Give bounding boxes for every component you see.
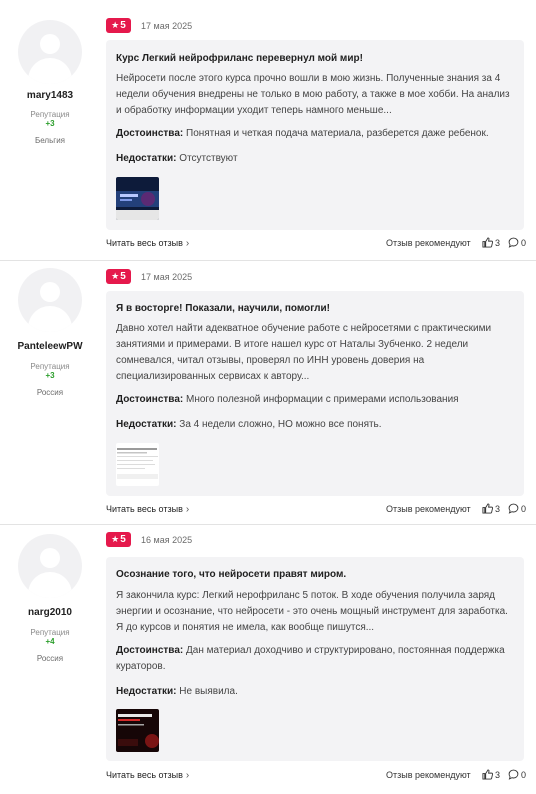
review-text: Я закончила курс: Легкий нерофриланс 5 п… bbox=[116, 590, 508, 633]
comments-button[interactable]: 0 bbox=[508, 503, 526, 514]
country: Россия bbox=[36, 388, 64, 397]
read-full-review-link[interactable]: Читать весь отзыв › bbox=[106, 238, 189, 249]
avatar[interactable] bbox=[18, 268, 82, 332]
reputation-value: +3 bbox=[45, 119, 55, 128]
comment-icon bbox=[508, 237, 519, 248]
star-icon: ★ bbox=[111, 271, 120, 281]
review-title[interactable]: Курс Легкий нейрофриланс перевернул мой … bbox=[116, 53, 363, 64]
review-card: Курс Легкий нейрофриланс перевернул мой … bbox=[106, 40, 524, 230]
country: Бельгия bbox=[35, 136, 65, 145]
recommend-label: Отзыв рекомендуют bbox=[386, 504, 471, 514]
review-date: 16 мая 2025 bbox=[141, 535, 193, 545]
review-date: 17 мая 2025 bbox=[141, 272, 193, 282]
username[interactable]: PanteleewPW bbox=[0, 341, 100, 352]
review-text: Нейросети после этого курса прочно вошли… bbox=[116, 73, 510, 116]
review-3: narg2010 Репутация +4 Россия ★ 5 16 мая 2… bbox=[0, 524, 536, 794]
chevron-right-icon: › bbox=[185, 238, 190, 249]
like-button[interactable]: 3 bbox=[482, 503, 500, 514]
review-title[interactable]: Я в восторге! Показали, научили, помогли… bbox=[116, 303, 330, 314]
thumbs-up-icon bbox=[482, 769, 493, 780]
avatar[interactable] bbox=[18, 20, 82, 84]
review-card: Осознание того, что нейросети правят мир… bbox=[106, 557, 524, 761]
like-button[interactable]: 3 bbox=[482, 769, 500, 780]
review-cons: Недостатки: Не выявила. bbox=[116, 686, 238, 697]
review-cons: Недостатки: Отсутствуют bbox=[116, 153, 238, 164]
reputation-value: +4 bbox=[45, 637, 55, 646]
chevron-right-icon: › bbox=[185, 504, 190, 515]
review-1: mary1483 Репутация +3 Бельгия ★ 5 17 мая … bbox=[0, 0, 536, 260]
comment-icon bbox=[508, 769, 519, 780]
comments-button[interactable]: 0 bbox=[508, 237, 526, 248]
avatar[interactable] bbox=[18, 534, 82, 598]
comment-icon bbox=[508, 503, 519, 514]
review-card: Я в восторге! Показали, научили, помогли… bbox=[106, 291, 524, 496]
read-full-review-link[interactable]: Читать весь отзыв › bbox=[106, 504, 189, 515]
review-text: Давно хотел найти адекватное обучение ра… bbox=[116, 323, 492, 382]
review-cons: Недостатки: За 4 недели сложно, НО можно… bbox=[116, 419, 382, 430]
rating-badge: ★ 5 bbox=[106, 532, 131, 547]
username[interactable]: mary1483 bbox=[0, 90, 100, 101]
thumbs-up-icon bbox=[482, 237, 493, 248]
username[interactable]: narg2010 bbox=[0, 607, 100, 618]
rating-badge: ★ 5 bbox=[106, 18, 131, 33]
review-title[interactable]: Осознание того, что нейросети правят мир… bbox=[116, 569, 346, 580]
review-pros: Достоинства: Дан материал доходчиво и ст… bbox=[116, 645, 505, 672]
country: Россия bbox=[36, 654, 64, 663]
review-date: 17 мая 2025 bbox=[141, 21, 193, 31]
star-icon: ★ bbox=[111, 534, 120, 544]
review-photo-thumbnail[interactable] bbox=[116, 709, 159, 752]
star-icon: ★ bbox=[111, 20, 120, 30]
reputation-label: Репутация bbox=[30, 110, 70, 119]
review-pros: Достоинства: Понятная и четкая подача ма… bbox=[116, 128, 489, 139]
rating-badge: ★ 5 bbox=[106, 269, 131, 284]
review-photo-thumbnail[interactable] bbox=[116, 177, 159, 220]
review-photo-thumbnail[interactable] bbox=[116, 443, 159, 486]
comments-button[interactable]: 0 bbox=[508, 769, 526, 780]
chevron-right-icon: › bbox=[185, 770, 190, 781]
reputation-label: Репутация bbox=[30, 628, 70, 637]
review-2: PanteleewPW Репутация +3 Россия ★ 5 17 ма… bbox=[0, 260, 536, 524]
recommend-label: Отзыв рекомендуют bbox=[386, 238, 471, 248]
recommend-label: Отзыв рекомендуют bbox=[386, 770, 471, 780]
read-full-review-link[interactable]: Читать весь отзыв › bbox=[106, 770, 189, 781]
reputation-label: Репутация bbox=[30, 362, 70, 371]
like-button[interactable]: 3 bbox=[482, 237, 500, 248]
reputation-value: +3 bbox=[45, 371, 55, 380]
review-pros: Достоинства: Много полезной информации с… bbox=[116, 394, 459, 405]
thumbs-up-icon bbox=[482, 503, 493, 514]
